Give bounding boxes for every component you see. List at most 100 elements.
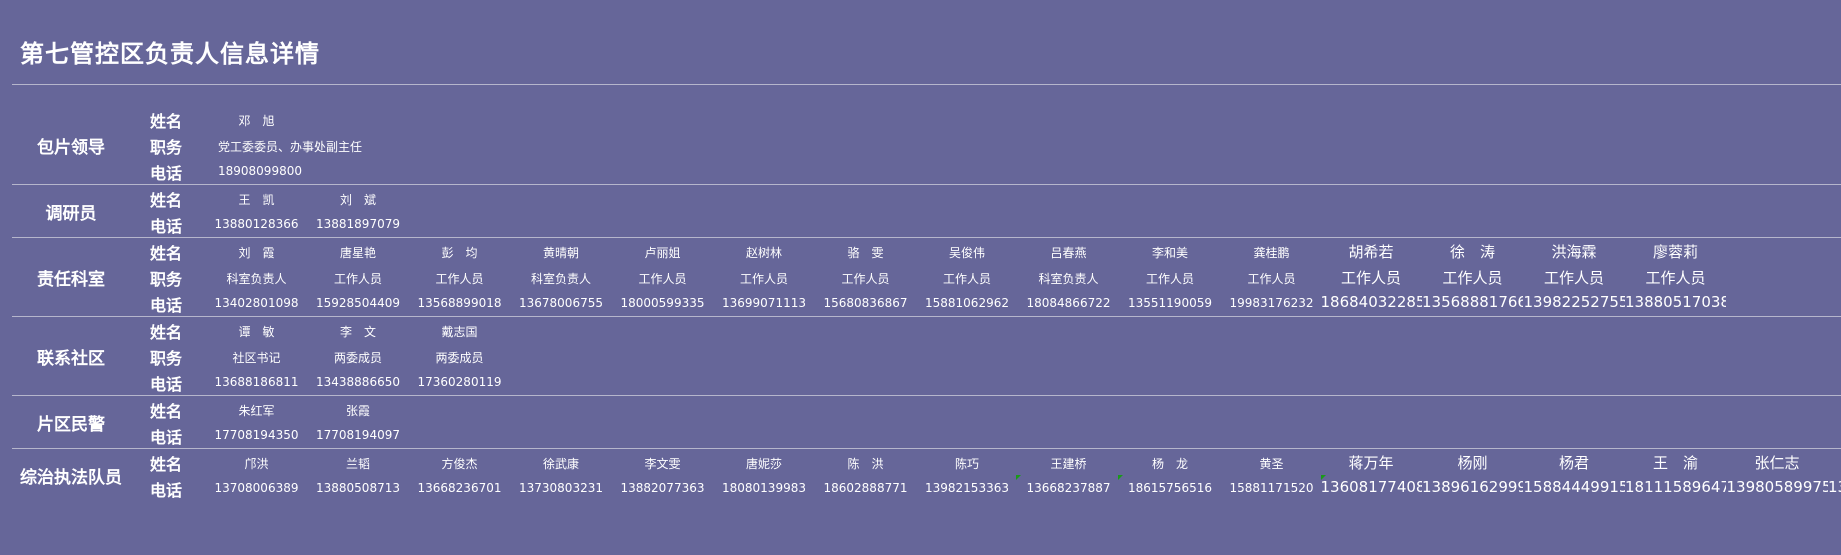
- table-cell: 13668237887: [1026, 481, 1111, 495]
- table-cell: 工作人员: [1247, 272, 1296, 286]
- row-label: 电话: [150, 164, 183, 183]
- table-cell: 科室负责人: [226, 272, 287, 286]
- table-cell: 13608177408: [1320, 478, 1422, 496]
- table-cell: 工作人员: [435, 272, 484, 286]
- table-cell: 陈巧: [954, 457, 979, 471]
- table-cell: 13678006755: [519, 296, 603, 310]
- table-cell: 13730803231: [519, 481, 603, 495]
- table-cell: 杨刚: [1457, 454, 1488, 472]
- table-cell: 刘 霞: [238, 246, 275, 260]
- table-cell: 15881062962: [925, 296, 1009, 310]
- table-cell: 工作人员: [1145, 272, 1194, 286]
- section-label: 调研员: [45, 204, 97, 224]
- table-cell: 18602888771: [823, 481, 908, 495]
- table-cell: 15680836867: [823, 296, 908, 310]
- table-cell: 两委成员: [333, 351, 382, 365]
- comment-marker-icon: [1117, 475, 1123, 480]
- table-cell: 徐 涛: [1449, 243, 1495, 261]
- table-cell: 兰韬: [345, 457, 370, 471]
- table-cell: 廖蓉莉: [1652, 243, 1698, 261]
- table-cell: 18908099800: [218, 164, 302, 178]
- table-cell: 方俊杰: [441, 457, 478, 471]
- comment-marker-icon: [1320, 475, 1326, 480]
- section: 包片领导 姓名 邓 旭职务 党工委委员、办事处副主任电话 18908099800: [12, 106, 1841, 184]
- table-cell: 张霞: [345, 404, 370, 418]
- table-cell: 18000599335: [620, 296, 705, 310]
- table-cell: 17360280119: [417, 375, 502, 389]
- table-cell: 工作人员: [1645, 269, 1706, 287]
- table-cell: 李文雯: [644, 457, 681, 471]
- table-cell: 黄圣: [1259, 457, 1284, 471]
- table-cell: 18111589647: [1625, 478, 1726, 496]
- table-cell: 工作人员: [942, 272, 991, 286]
- table-cell: 13668236701: [417, 481, 502, 495]
- table-cell: 13980589975: [1726, 478, 1828, 496]
- table-cell: 13880508713: [316, 481, 400, 495]
- table-cell: 13438886650: [316, 375, 400, 389]
- table-cell: 邓 旭: [238, 114, 275, 128]
- table-cell: 15881171520: [1229, 481, 1314, 495]
- row-label: 职务: [150, 270, 183, 289]
- table-cell: 胡希若: [1348, 243, 1394, 261]
- table-cell: 工作人员: [1543, 269, 1604, 287]
- table-cell: 李和美: [1151, 246, 1188, 260]
- row-label: 电话: [150, 296, 183, 315]
- table-cell: 19983176232: [1229, 296, 1314, 310]
- table-cell: 朱红军: [238, 404, 275, 418]
- table-cell: 科室负责人: [1038, 272, 1099, 286]
- table-cell: 卢丽姐: [644, 246, 681, 260]
- table-cell: 18615756516: [1128, 481, 1212, 495]
- table-cell: 王建桥: [1050, 457, 1087, 471]
- table-cell: 蒋万年: [1348, 454, 1394, 472]
- row-label: 姓名: [150, 323, 183, 342]
- row-label: 电话: [150, 217, 183, 236]
- table-cell: 戴志国: [441, 325, 478, 339]
- table-cell: 张仁志: [1754, 454, 1800, 472]
- table-cell: 15928504409: [316, 296, 400, 310]
- table-cell: 18084866722: [1026, 296, 1111, 310]
- table-cell: 两委成员: [435, 351, 484, 365]
- table-cell: 钟图明: [1828, 452, 1841, 473]
- table-cell: 13568899018: [417, 296, 502, 310]
- section-label: 片区民警: [37, 415, 105, 435]
- table-cell: 13402801098: [214, 296, 299, 310]
- table-cell: 13708006389: [214, 481, 299, 495]
- table-cell: 13882077363: [620, 481, 705, 495]
- section-label: 联系社区: [37, 349, 105, 369]
- page-title: 第七管控区负责人信息详情: [20, 39, 320, 68]
- table-cell: 邝洪: [244, 457, 269, 471]
- row-label: 姓名: [150, 112, 183, 131]
- row-label: 电话: [150, 428, 183, 447]
- row-label: 姓名: [150, 191, 183, 210]
- table-cell: 工作人员: [1442, 269, 1503, 287]
- table-cell: 骆 雯: [847, 246, 884, 260]
- table-cell: 陈 洪: [847, 457, 884, 471]
- table-cell: 吴俊伟: [948, 246, 985, 260]
- table-cell: 社区书记: [232, 351, 281, 365]
- row-label: 电话: [150, 481, 183, 500]
- table-cell: 13880128366: [214, 217, 299, 231]
- table-cell: 唐妮莎: [745, 457, 782, 471]
- section: 综治执法队员 姓名 邝洪 兰韬 方俊杰 徐武康 李文雯 唐妮莎 陈 洪 陈巧 王建桥 杨 龙 黄圣 蒋万年…: [12, 449, 1841, 501]
- table-cell: 杨 龙: [1151, 457, 1188, 471]
- row-label: 电话: [150, 375, 183, 394]
- section: 片区民警 姓名 朱红军 张霞 电话 17708194350 17708194097: [12, 396, 1841, 448]
- table-cell: 李 文: [339, 325, 376, 339]
- table-cell: 黄晴朝: [542, 246, 579, 260]
- section-label: 包片领导: [37, 138, 105, 158]
- table-cell: 科室负责人: [530, 272, 591, 286]
- table-cell: 党工委委员、办事处副主任: [218, 140, 363, 154]
- table-cell: 彭 均: [441, 246, 478, 260]
- table-cell: 赵树林: [745, 246, 782, 260]
- section: 责任科室 姓名 刘 霞 唐星艳 彭 均 黄晴朝 卢丽姐 赵树林 骆 雯 吴俊伟 吕春燕 李和美 龚桂鹏 胡…: [12, 238, 1841, 316]
- table-cell: 工作人员: [841, 272, 890, 286]
- table-cell: 18684032285: [1320, 293, 1422, 311]
- section-label: 责任科室: [37, 270, 105, 290]
- table-cell: 13568881766: [1422, 293, 1523, 311]
- table-cell: 工作人员: [638, 272, 687, 286]
- table-cell: 13408086955: [1828, 478, 1841, 496]
- table-cell: 洪海霖: [1551, 243, 1597, 261]
- row-label: 职务: [150, 138, 183, 157]
- table-cell: 17708194097: [316, 428, 400, 442]
- row-label: 姓名: [150, 455, 183, 474]
